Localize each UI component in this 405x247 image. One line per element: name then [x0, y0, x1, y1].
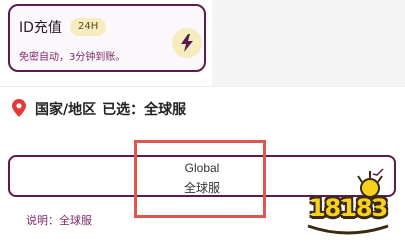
watermark-logo: 18183 — [298, 168, 398, 242]
region-label: 国家/地区 — [35, 102, 97, 118]
location-pin-icon — [12, 99, 26, 121]
selected-region-value: 全球服 — [144, 102, 187, 118]
region-heading: 国家/地区 已选：全球服 — [35, 99, 186, 119]
side-panel — [212, 0, 405, 86]
section-divider — [0, 86, 405, 87]
topup-title: ID充值 — [19, 20, 62, 36]
24h-badge: 24H — [70, 18, 107, 36]
watermark-text: 18183 — [308, 194, 389, 222]
selected-prefix: 已选： — [102, 102, 145, 118]
highlight-box — [134, 140, 266, 218]
region-note: 说明：全球服 — [26, 214, 92, 227]
id-topup-card[interactable]: ID充值 24H 免密自动，3分钟到账。 — [8, 4, 206, 72]
topup-subtitle: 免密自动，3分钟到账。 — [19, 52, 126, 63]
lightning-bolt-icon — [172, 28, 202, 58]
